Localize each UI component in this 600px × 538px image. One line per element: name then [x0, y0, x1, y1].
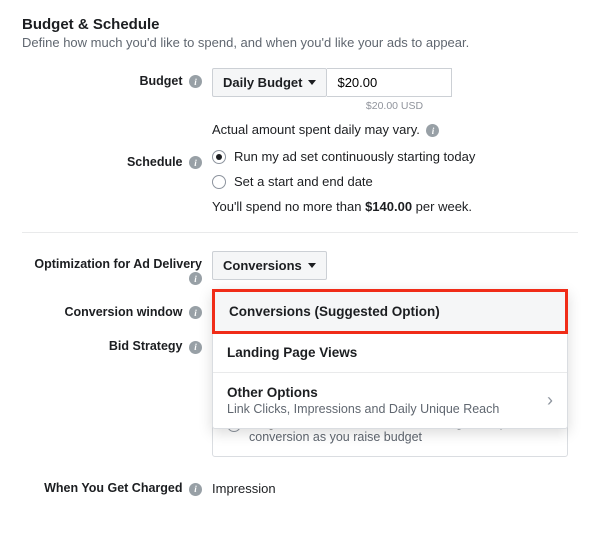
budget-note: Actual amount spent daily may vary. i — [212, 122, 578, 137]
info-icon[interactable]: i — [426, 124, 439, 137]
optimization-dropdown: Conversions (Suggested Option) Landing P… — [212, 289, 568, 429]
optimization-select[interactable]: Conversions — [212, 251, 327, 280]
caret-down-icon — [308, 263, 316, 268]
schedule-label: Schedule i — [22, 149, 212, 169]
budget-row: Budget i Daily Budget $20.00 USD Actual … — [22, 68, 578, 137]
charged-row: When You Get Charged i Impression — [22, 475, 578, 496]
info-icon[interactable]: i — [189, 306, 202, 319]
budget-label: Budget i — [22, 68, 212, 88]
conversion-window-label: Conversion window i — [22, 299, 212, 319]
optimization-label: Optimization for Ad Delivery i — [22, 251, 212, 285]
budget-amount-input[interactable] — [327, 68, 452, 97]
charged-value: Impression — [212, 475, 578, 496]
caret-down-icon — [308, 80, 316, 85]
weekly-spend-note: You'll spend no more than $140.00 per we… — [212, 199, 578, 214]
section-subtitle: Define how much you'd like to spend, and… — [22, 35, 578, 50]
charged-label: When You Get Charged i — [22, 475, 212, 495]
section-title: Budget & Schedule — [22, 16, 578, 33]
info-icon[interactable]: i — [189, 272, 202, 285]
radio-checked-icon — [212, 150, 226, 164]
budget-type-select[interactable]: Daily Budget — [212, 68, 327, 97]
info-icon[interactable]: i — [189, 341, 202, 354]
schedule-row: Schedule i Run my ad set continuously st… — [22, 149, 578, 214]
dropdown-option-conversions[interactable]: Conversions (Suggested Option) — [212, 289, 568, 334]
optimization-row: Optimization for Ad Delivery i Conversio… — [22, 251, 578, 285]
schedule-option-startend[interactable]: Set a start and end date — [212, 174, 578, 189]
divider — [22, 232, 578, 233]
dropdown-option-lpv[interactable]: Landing Page Views — [213, 333, 567, 373]
info-icon[interactable]: i — [189, 156, 202, 169]
budget-schedule-section: Budget & Schedule Define how much you'd … — [0, 0, 600, 538]
info-icon[interactable]: i — [189, 75, 202, 88]
dropdown-option-other[interactable]: Other Options Link Clicks, Impressions a… — [213, 373, 567, 428]
radio-unchecked-icon — [212, 175, 226, 189]
info-icon[interactable]: i — [189, 483, 202, 496]
bid-strategy-label: Bid Strategy i — [22, 333, 212, 353]
chevron-right-icon: › — [547, 390, 553, 411]
schedule-option-continuous[interactable]: Run my ad set continuously starting toda… — [212, 149, 578, 164]
budget-amount-sub: $20.00 USD — [332, 100, 457, 112]
